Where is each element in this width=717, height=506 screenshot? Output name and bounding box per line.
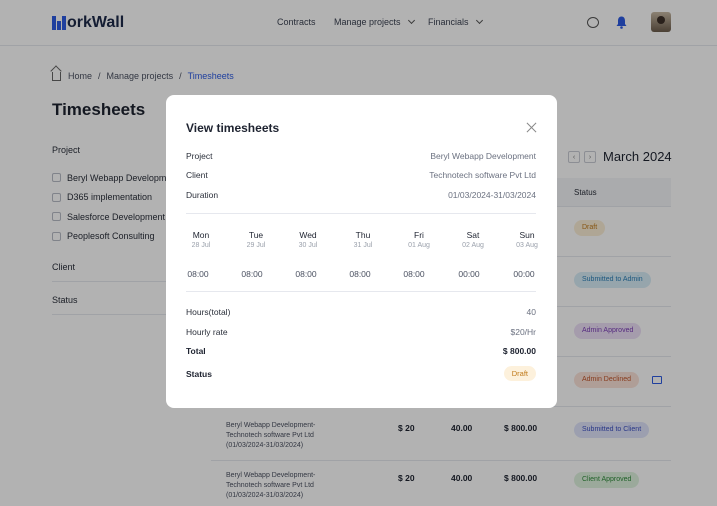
project-field: Project Beryl Webapp Development	[186, 151, 536, 165]
day-hours: 08:00	[241, 269, 263, 279]
day-column-sun: Sun 03 Aug	[507, 230, 547, 249]
day-hours: 08:00	[349, 269, 371, 279]
day-name: Mon	[192, 230, 210, 240]
day-date: 01 Aug	[408, 242, 430, 249]
day-column-sat: Sat 02 Aug	[453, 230, 493, 249]
modal-divider	[186, 291, 536, 292]
day-name: Sun	[519, 230, 535, 240]
day-column-wed: Wed 30 Jul	[288, 230, 328, 249]
modal-title: View timesheets	[186, 121, 280, 135]
day-hours: 00:00	[458, 269, 480, 279]
modal-divider	[186, 213, 536, 214]
hourly-rate-label: Hourly rate	[186, 327, 228, 337]
day-name: Wed	[299, 230, 317, 240]
status-field: Status Draft	[186, 366, 536, 383]
day-hours: 00:00	[513, 269, 535, 279]
day-date: 30 Jul	[298, 242, 318, 249]
hours-total-field: Hours(total) 40	[186, 307, 536, 321]
hours-total-label: Hours(total)	[186, 307, 231, 317]
day-date: 03 Aug	[516, 242, 538, 249]
day-date: 02 Aug	[462, 242, 484, 249]
duration-label: Duration	[186, 190, 219, 200]
total-value: $ 800.00	[502, 346, 536, 356]
day-name: Sat	[466, 230, 480, 240]
close-icon[interactable]	[526, 122, 537, 133]
project-value: Beryl Webapp Development	[430, 151, 536, 161]
day-column-fri: Fri 01 Aug	[399, 230, 439, 249]
day-date: 28 Jul	[191, 242, 211, 249]
status-label: Status	[186, 369, 212, 379]
day-date: 31 Jul	[353, 242, 373, 249]
day-column-tue: Tue 29 Jul	[236, 230, 276, 249]
duration-value: 01/03/2024-31/03/2024	[448, 190, 536, 200]
day-name: Thu	[355, 230, 371, 240]
hours-total-value: 40	[526, 307, 536, 317]
hourly-rate-field: Hourly rate $20/Hr	[186, 327, 536, 341]
total-field: Total $ 800.00	[186, 346, 536, 360]
day-hours: 08:00	[403, 269, 425, 279]
day-column-thu: Thu 31 Jul	[343, 230, 383, 249]
day-date: 29 Jul	[246, 242, 266, 249]
hourly-rate-value: $20/Hr	[510, 327, 536, 337]
client-label: Client	[186, 170, 208, 180]
view-timesheets-modal: View timesheets Project Beryl Webapp Dev…	[166, 95, 557, 408]
client-value: Technotech software Pvt Ltd	[429, 170, 536, 180]
project-label: Project	[186, 151, 213, 161]
day-column-mon: Mon 28 Jul	[181, 230, 221, 249]
status-badge: Draft	[503, 366, 536, 381]
client-field: Client Technotech software Pvt Ltd	[186, 170, 536, 184]
day-hours: 08:00	[295, 269, 317, 279]
total-label: Total	[186, 346, 206, 356]
duration-field: Duration 01/03/2024-31/03/2024	[186, 190, 536, 204]
day-hours: 08:00	[187, 269, 209, 279]
day-name: Fri	[414, 230, 424, 240]
day-name: Tue	[248, 230, 264, 240]
